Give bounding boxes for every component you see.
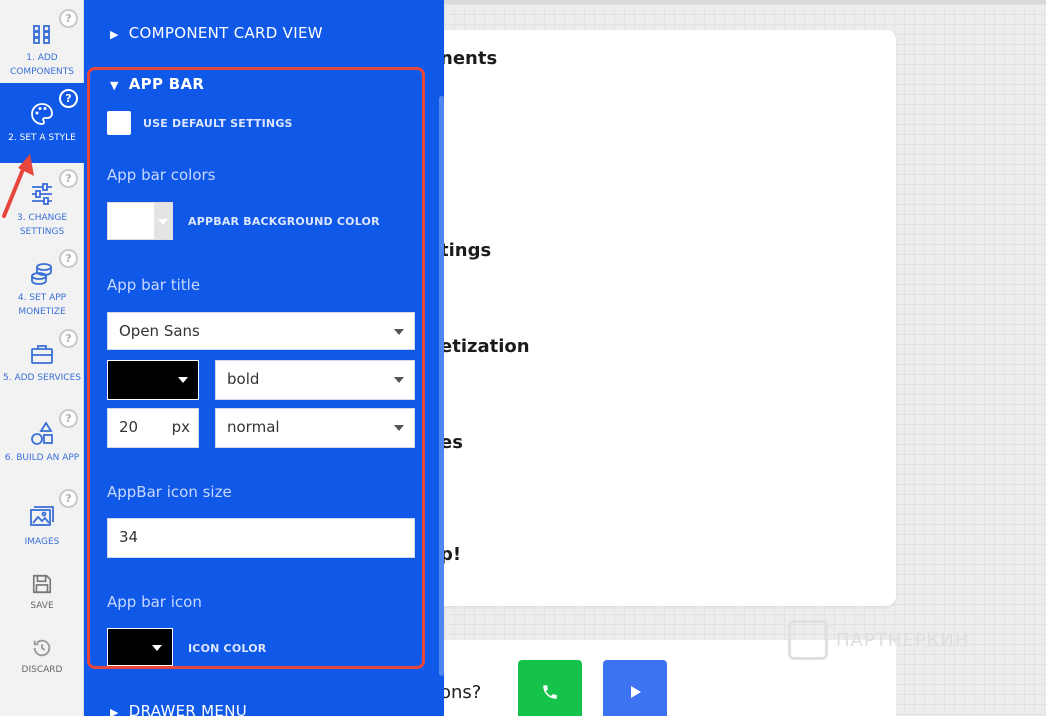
help-icon[interactable]: ? bbox=[59, 489, 78, 508]
section-label: COMPONENT CARD VIEW bbox=[128, 24, 323, 42]
phone-icon bbox=[543, 685, 557, 699]
watermark-text: ПАРТНЕРКИН bbox=[836, 629, 970, 651]
sidebar-item-save[interactable]: SAVE bbox=[0, 563, 84, 623]
sidebar-item-label: 5. ADD SERVICES bbox=[3, 373, 81, 383]
section-drawer-menu[interactable]: ▶ DRAWER MENU bbox=[84, 702, 444, 716]
caret-right-icon: ▶ bbox=[110, 706, 119, 716]
play-icon bbox=[631, 686, 641, 698]
preview-text-line-3: etization bbox=[440, 336, 530, 357]
history-icon bbox=[33, 639, 51, 657]
floppy-icon bbox=[32, 574, 52, 594]
sidebar-item-add-services[interactable]: ? 5. ADD SERVICES bbox=[0, 323, 84, 403]
left-sidebar: ? 1. ADD COMPONENTS ? 2. SET A STYLE ? 3… bbox=[0, 0, 84, 716]
annotation-arrow-icon bbox=[2, 154, 34, 218]
preview-text-line-2: tings bbox=[440, 240, 492, 261]
preview-content-card: nents tings etization es p! bbox=[380, 30, 896, 606]
sidebar-item-label: DISCARD bbox=[21, 665, 63, 675]
help-icon[interactable]: ? bbox=[59, 249, 78, 268]
help-icon[interactable]: ? bbox=[59, 169, 78, 188]
watermark: ПАРТНЕРКИН bbox=[788, 620, 969, 660]
grid-icon bbox=[33, 25, 50, 44]
help-icon[interactable]: ? bbox=[59, 9, 78, 28]
sidebar-item-label: 4. SET APP MONETIZE bbox=[17, 293, 67, 317]
briefcase-icon bbox=[31, 345, 53, 364]
caret-right-icon: ▶ bbox=[110, 28, 119, 41]
sidebar-item-build-app[interactable]: ? 6. BUILD AN APP bbox=[0, 403, 84, 483]
play-button[interactable] bbox=[603, 660, 667, 716]
sidebar-item-label: 2. SET A STYLE bbox=[8, 133, 76, 143]
watermark-logo-icon bbox=[788, 620, 828, 660]
sidebar-item-monetize[interactable]: ? 4. SET APP MONETIZE bbox=[0, 243, 84, 323]
section-label: DRAWER MENU bbox=[128, 702, 247, 716]
sidebar-item-discard[interactable]: DISCARD bbox=[0, 627, 84, 687]
sidebar-item-label: 6. BUILD AN APP bbox=[4, 453, 80, 463]
help-icon[interactable]: ? bbox=[59, 409, 78, 428]
highlight-frame bbox=[87, 67, 425, 669]
sidebar-item-label: 1. ADD COMPONENTS bbox=[9, 53, 74, 77]
sidebar-item-add-components[interactable]: ? 1. ADD COMPONENTS bbox=[0, 3, 84, 83]
section-component-card-view[interactable]: ▶ COMPONENT CARD VIEW bbox=[84, 24, 444, 42]
sidebar-item-images[interactable]: ? IMAGES bbox=[0, 483, 84, 563]
preview-question-text: ons? bbox=[440, 682, 482, 703]
images-icon bbox=[30, 506, 54, 526]
shapes-icon bbox=[31, 421, 53, 445]
help-icon[interactable]: ? bbox=[59, 329, 78, 348]
call-button[interactable] bbox=[518, 660, 582, 716]
sidebar-item-label: SAVE bbox=[30, 601, 54, 611]
coins-icon bbox=[31, 263, 52, 285]
panel-scrollbar[interactable] bbox=[439, 96, 444, 676]
palette-icon bbox=[31, 103, 53, 125]
help-icon[interactable]: ? bbox=[59, 89, 78, 108]
preview-text-line-1: nents bbox=[440, 48, 498, 69]
sidebar-item-label: IMAGES bbox=[24, 537, 60, 547]
preview-canvas: nents tings etization es p! ons? bbox=[380, 0, 1046, 716]
